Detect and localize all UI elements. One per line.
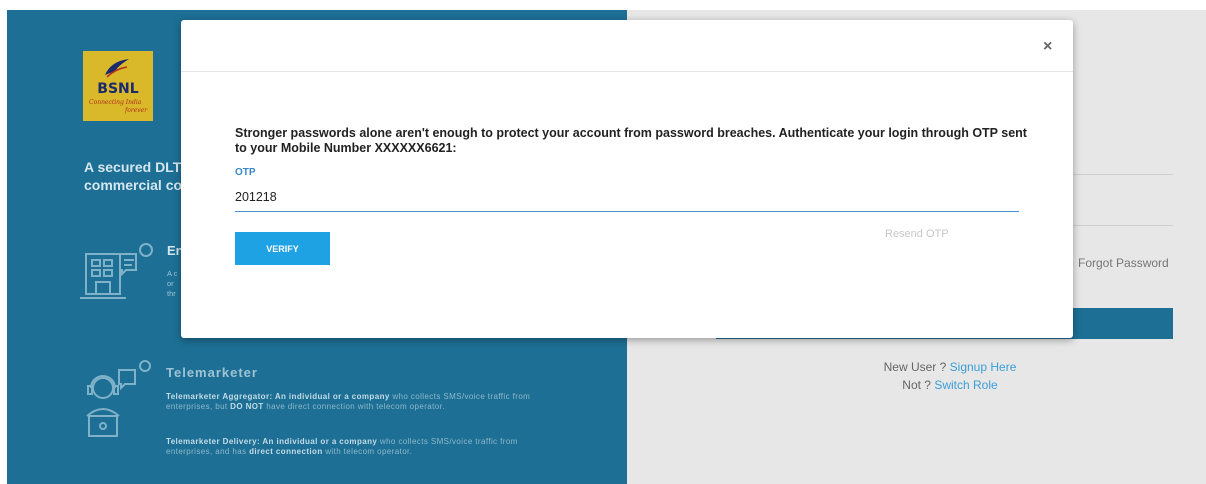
switch-role-link[interactable]: Switch Role: [934, 378, 997, 392]
otp-message: Stronger passwords alone aren't enough t…: [235, 126, 1027, 155]
enterprise-building-icon: [80, 243, 153, 299]
signup-link[interactable]: Signup Here: [950, 360, 1017, 374]
telemarketer-headset-icon: [86, 360, 151, 437]
logo-tagline: Connecting India forever: [89, 99, 148, 114]
otp-input[interactable]: [235, 182, 1019, 212]
enterprise-title: En: [167, 243, 181, 258]
resend-otp-link[interactable]: Resend OTP: [885, 228, 949, 240]
username-field-underline[interactable]: [1068, 174, 1173, 175]
close-icon[interactable]: ×: [1043, 38, 1052, 56]
otp-label: OTP: [235, 167, 256, 178]
telemarketer-aggregator-description: Telemarketer Aggregator: An individual o…: [166, 392, 531, 411]
forgot-password-link[interactable]: Forgot Password: [1078, 256, 1169, 270]
switch-role-prompt: Not ? Switch Role: [902, 378, 998, 392]
bsnl-wing-icon: [105, 59, 129, 78]
modal-header: ×: [181, 20, 1073, 72]
enterprise-description: A c or thr: [167, 269, 178, 298]
telemarketer-delivery-description: Telemarketer Delivery: An individual or …: [166, 437, 518, 456]
signup-prompt: New User ? Signup Here: [883, 360, 1017, 374]
telemarketer-title: Telemarketer: [166, 365, 258, 380]
password-field-underline[interactable]: [1068, 225, 1173, 226]
otp-modal: × Stronger passwords alone aren't enough…: [181, 20, 1073, 338]
bsnl-logo: BSNL Connecting India forever: [83, 51, 153, 121]
verify-button[interactable]: VERIFY: [235, 232, 330, 265]
logo-text: BSNL: [97, 81, 139, 97]
